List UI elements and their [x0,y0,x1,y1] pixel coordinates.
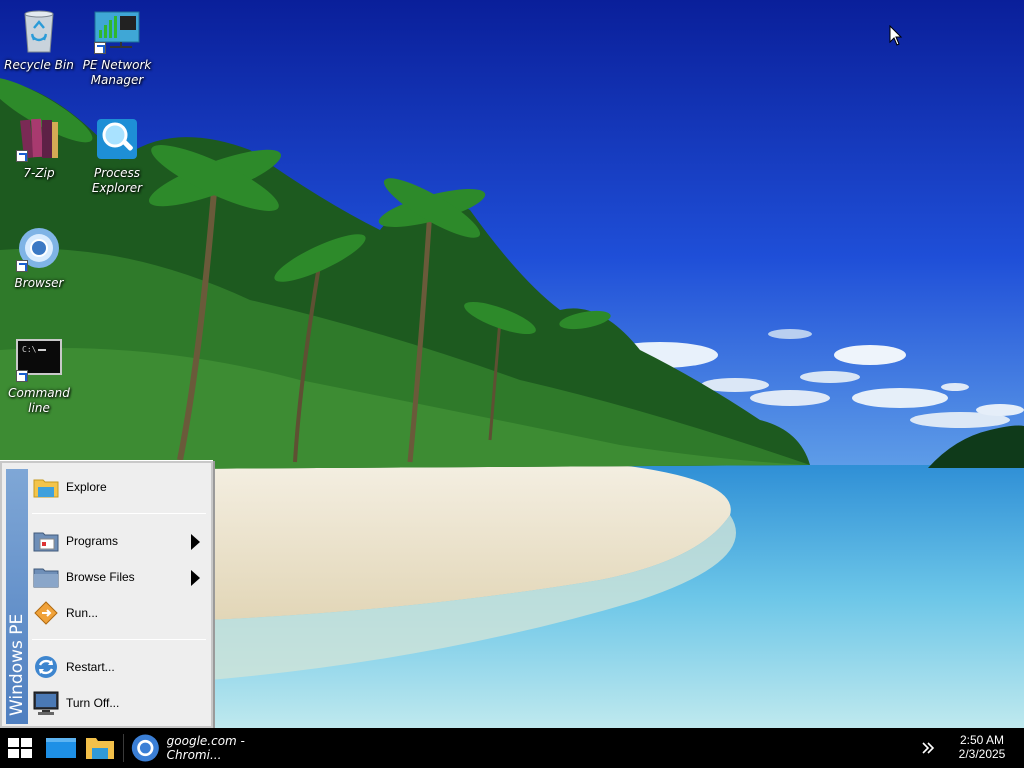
desktop-icon-recycle-bin[interactable]: Recycle Bin [0,8,78,73]
desktop-icon-label: 7-Zip [23,166,55,180]
desktop-icon-label: Command line [8,386,70,415]
taskbar: google.com - Chromi... 2:50 AM 2/3/2025 [0,728,1024,768]
start-button[interactable] [0,728,40,768]
taskbar-task-label: google.com - Chromi... [166,734,245,762]
menu-item-programs[interactable]: Programs [30,525,208,557]
command-line-icon: C:\ [16,336,62,382]
turn-off-icon [32,689,60,717]
start-menu-band-text: Windows PE [7,613,27,716]
submenu-arrow-icon [191,534,200,550]
menu-item-label: Explore [66,480,107,494]
desktop-icon-label: PE Network Manager [82,58,152,87]
menu-item-label: Programs [66,534,119,548]
menu-item-explore[interactable]: Explore [30,471,208,503]
run-icon [32,599,60,627]
menu-separator [32,513,206,514]
browse-folder-icon [32,563,60,591]
taskbar-show-desktop-button[interactable] [41,728,81,768]
start-menu-band: Windows PE [6,469,28,724]
shortcut-overlay-icon [16,260,28,272]
clock-time: 2:50 AM [959,733,1005,747]
shortcut-overlay-icon [94,42,106,54]
shortcut-overlay-icon [16,150,28,162]
menu-item-turn-off[interactable]: Turn Off... [30,687,208,719]
7zip-icon [16,116,62,162]
svg-text:C:\: C:\ [22,345,37,354]
mouse-cursor-icon [889,24,903,47]
taskbar-divider [123,734,124,762]
network-manager-icon [94,8,140,54]
menu-item-browse-files[interactable]: Browse Files [30,561,208,593]
taskbar-file-explorer-button[interactable] [80,728,120,768]
desktop-icon-label: Browser [14,276,64,290]
desktop-icon [46,738,76,758]
menu-item-restart[interactable]: Restart... [30,651,208,683]
desktop-icon-label: Process Explorer [91,166,143,195]
menu-item-label: Turn Off... [66,696,120,710]
programs-folder-icon [32,527,60,555]
chevron-right-icon [922,742,935,754]
folder-icon [32,473,60,501]
clock-date: 2/3/2025 [958,747,1006,761]
windows-logo-icon [8,738,32,758]
desktop-icon-pe-network-manager[interactable]: PE Network Manager [78,8,156,88]
desktop-icon-browser[interactable]: Browser [0,226,78,291]
restart-icon [32,653,60,681]
shortcut-overlay-icon [16,370,28,382]
desktop-icon-7zip[interactable]: 7-Zip [0,116,78,181]
browser-icon [16,226,62,272]
process-explorer-icon [94,116,140,162]
recycle-bin-icon [16,8,62,54]
menu-item-label: Run... [66,606,99,620]
chromium-icon [131,734,159,762]
start-menu: Windows PE Explore Programs Browse Files… [0,461,213,728]
file-explorer-icon [86,738,114,759]
desktop-icon-label: Recycle Bin [4,58,74,72]
menu-item-label: Browse Files [66,570,135,584]
desktop-icon-command-line[interactable]: C:\ Command line [0,336,78,416]
desktop-icon-process-explorer[interactable]: Process Explorer [78,116,156,196]
taskbar-clock[interactable]: 2:50 AM 2/3/2025 [946,733,1018,761]
menu-item-label: Restart... [66,660,115,674]
tray-overflow-button[interactable] [918,738,938,758]
submenu-arrow-icon [191,570,200,586]
menu-separator [32,639,206,640]
taskbar-task-chromium[interactable]: google.com - Chromi... [126,728,290,768]
menu-item-run[interactable]: Run... [30,597,208,629]
